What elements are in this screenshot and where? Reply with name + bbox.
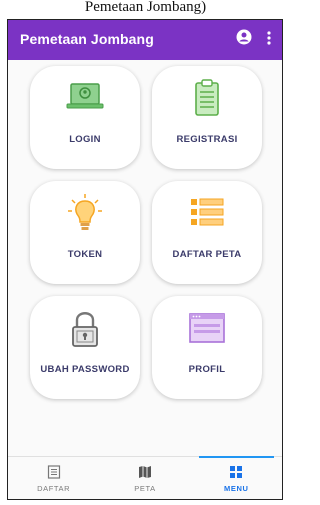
tab-menu[interactable]: MENU bbox=[191, 456, 282, 499]
tab-peta[interactable]: PETA bbox=[99, 457, 190, 499]
token-label: TOKEN bbox=[67, 249, 103, 260]
ubah-password-card[interactable]: UBAH PASSWORD bbox=[30, 296, 140, 399]
clipboard-icon bbox=[195, 79, 219, 116]
app-title: Pemetaan Jombang bbox=[20, 31, 154, 47]
profil-label: PROFIL bbox=[188, 364, 226, 375]
list-icon bbox=[191, 198, 224, 226]
tab-daftar[interactable]: DAFTAR bbox=[8, 457, 99, 499]
lightbulb-icon bbox=[68, 194, 102, 230]
grid-tab-icon bbox=[230, 466, 243, 478]
account-circle-icon[interactable] bbox=[236, 29, 252, 45]
bottom-navigation: DAFTAR PETA MENU bbox=[8, 456, 282, 499]
list-tab-icon bbox=[47, 465, 60, 479]
daftar-peta-label: DAFTAR PETA bbox=[172, 249, 242, 260]
laptop-icon bbox=[66, 83, 104, 109]
login-label: LOGIN bbox=[69, 134, 101, 145]
padlock-icon bbox=[72, 312, 98, 347]
registrasi-card[interactable]: REGISTRASI bbox=[152, 66, 262, 169]
map-tab-icon bbox=[138, 466, 151, 478]
more-vert-icon[interactable] bbox=[262, 28, 276, 48]
tab-peta-label: PETA bbox=[134, 484, 156, 493]
phone-screen: Pemetaan Jombang LOGIN REGISTRASI TOKEN … bbox=[7, 19, 283, 500]
tab-daftar-label: DAFTAR bbox=[37, 484, 71, 493]
tab-menu-label: MENU bbox=[224, 484, 249, 493]
profil-card[interactable]: PROFIL bbox=[152, 296, 262, 399]
login-card[interactable]: LOGIN bbox=[30, 66, 140, 169]
registrasi-label: REGISTRASI bbox=[176, 134, 238, 145]
browser-window-icon bbox=[189, 313, 225, 343]
caption-text: Pemetaan Jombang) bbox=[84, 0, 207, 15]
ubah-password-label: UBAH PASSWORD bbox=[40, 364, 130, 375]
daftar-peta-card[interactable]: DAFTAR PETA bbox=[152, 181, 262, 284]
token-card[interactable]: TOKEN bbox=[30, 181, 140, 284]
app-bar: Pemetaan Jombang bbox=[8, 20, 282, 60]
